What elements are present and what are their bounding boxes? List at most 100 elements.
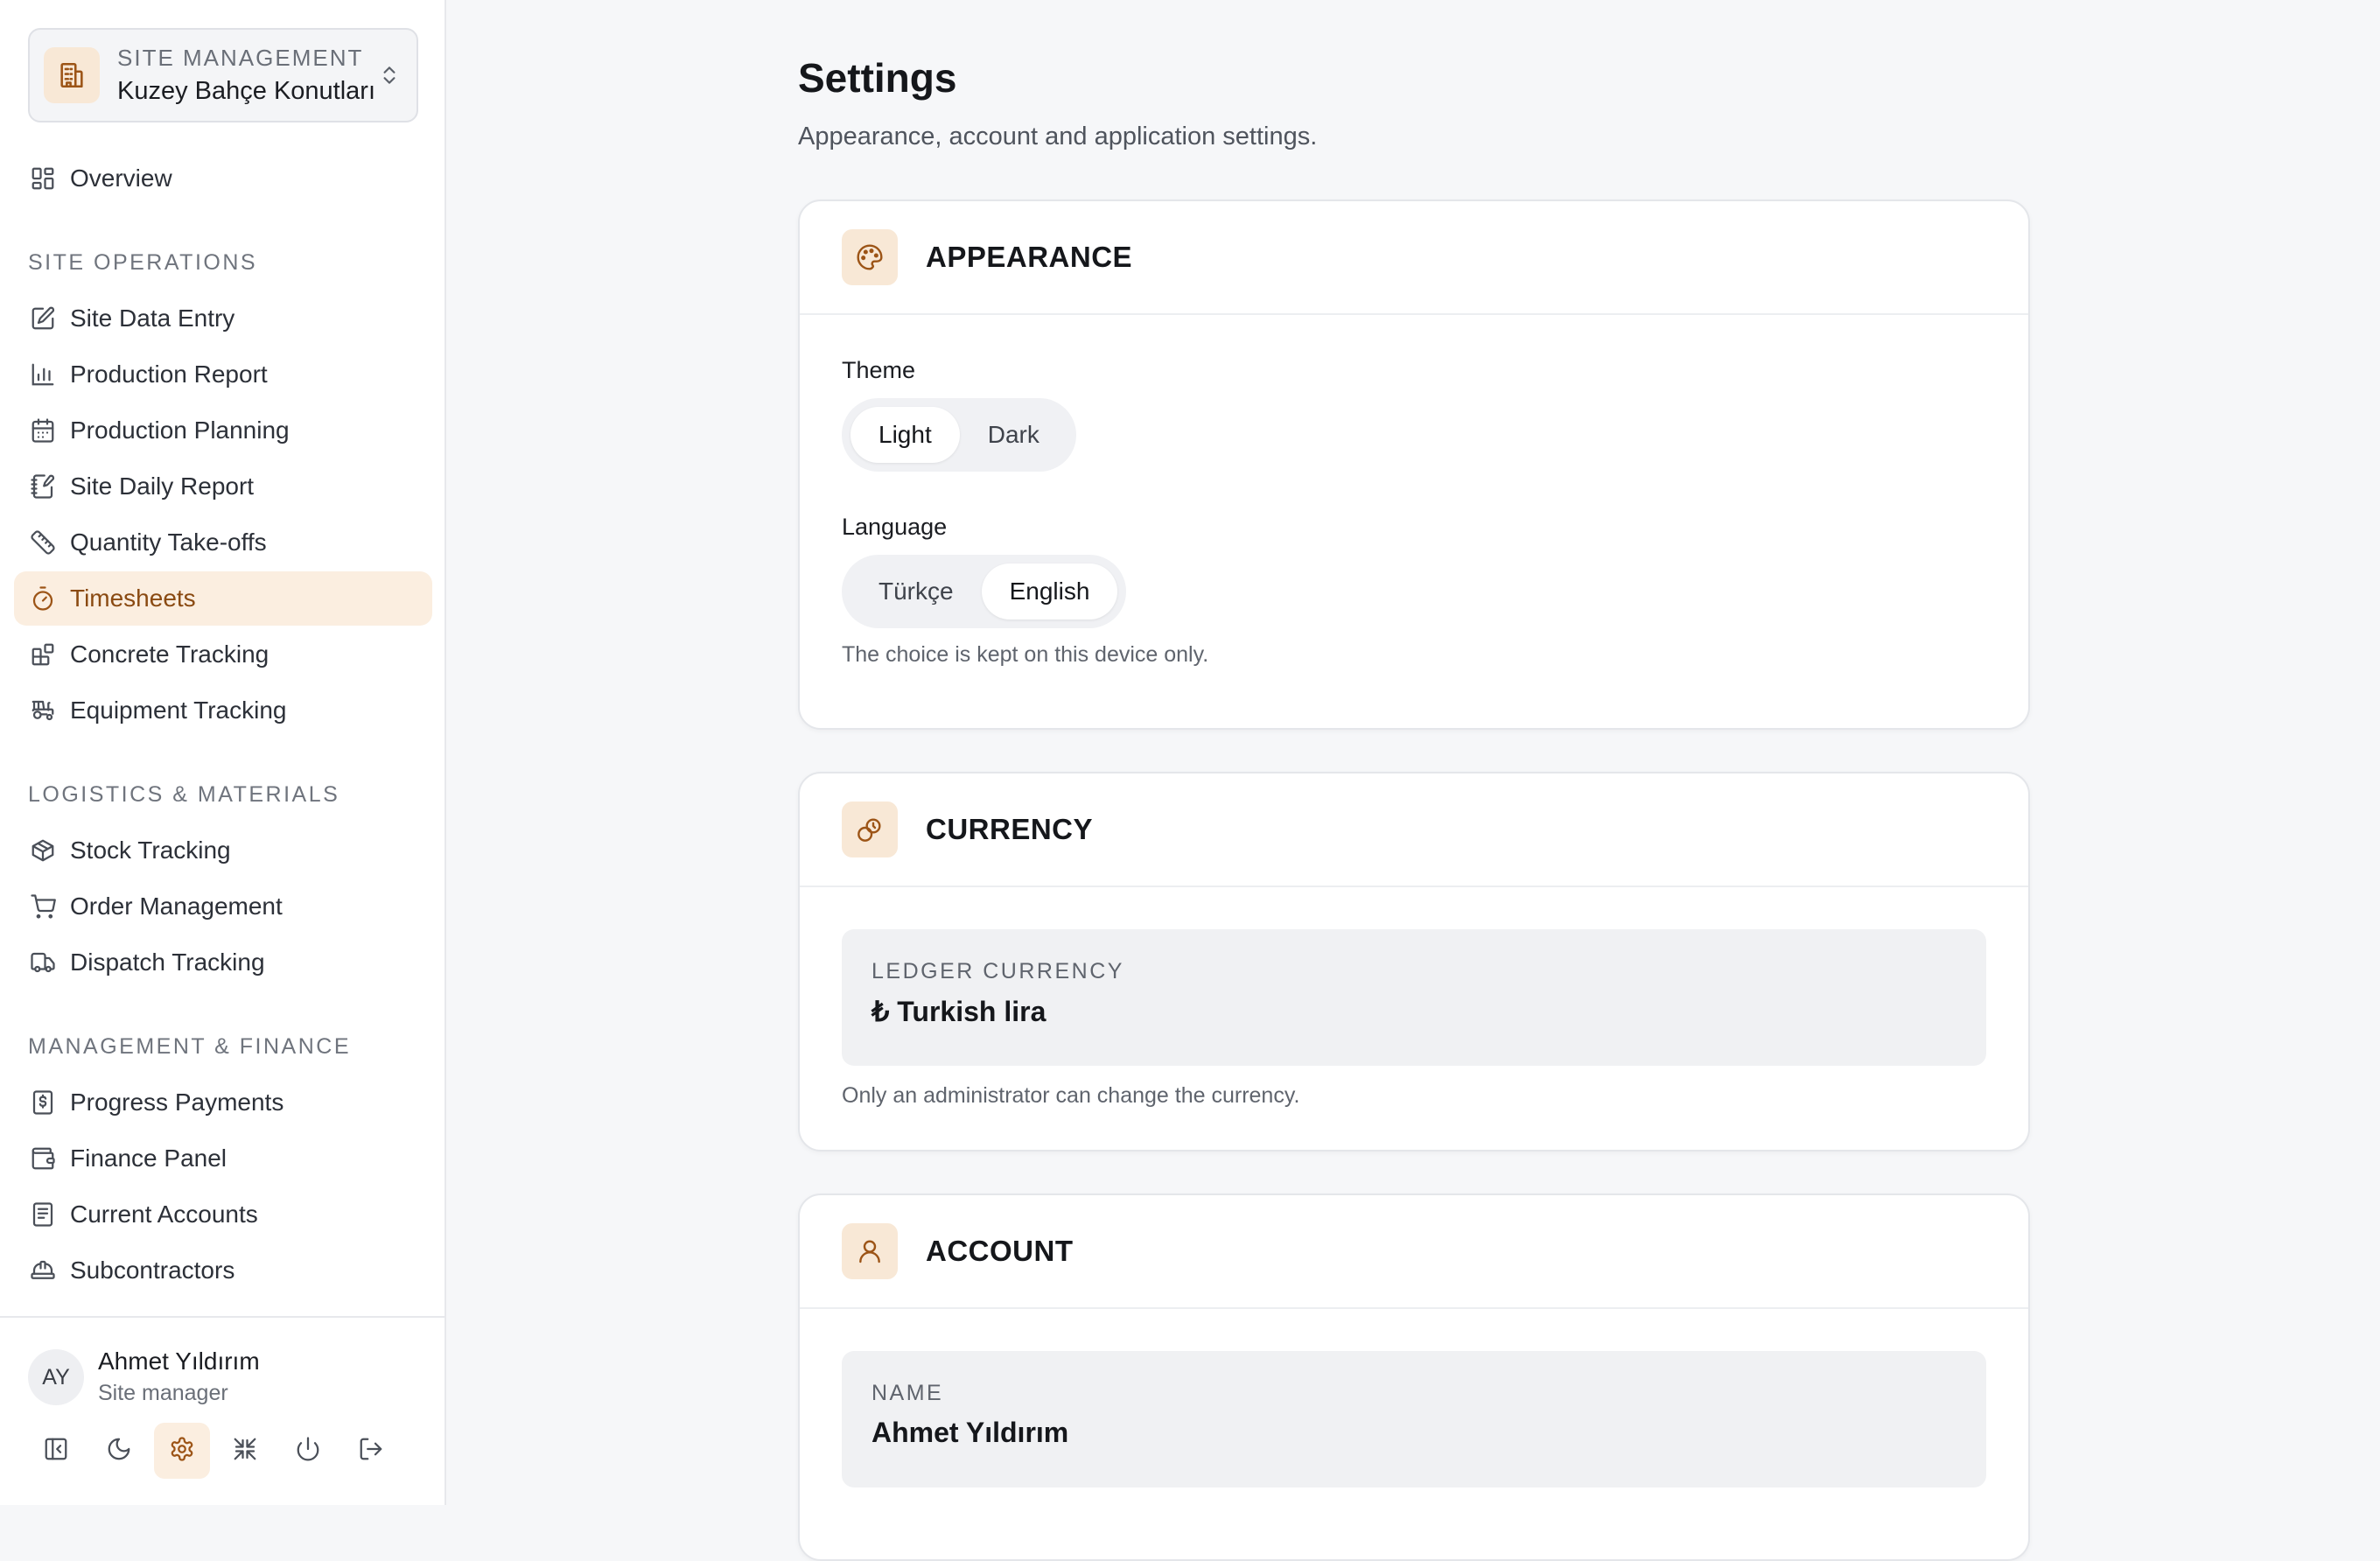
minimize-icon [232, 1436, 258, 1466]
sidebar-item-label: Current Accounts [70, 1200, 258, 1228]
site-switcher[interactable]: SITE MANAGEMENT Kuzey Bahçe Konutları [28, 28, 418, 122]
section-title-management-finance: MANAGEMENT & FINANCE [28, 1034, 352, 1059]
language-label: Language [842, 514, 948, 540]
sidebar-item-finance-panel[interactable]: Finance Panel [14, 1131, 432, 1186]
sidebar-item-equipment-tracking[interactable]: Equipment Tracking [14, 683, 432, 738]
sidebar-item-label: Overview [70, 164, 172, 192]
ledger-icon [28, 1200, 58, 1229]
section-title-site-operations: SITE OPERATIONS [28, 250, 258, 275]
package-icon [28, 836, 58, 865]
sidebar-item-label: Concrete Tracking [70, 640, 270, 668]
power-icon [295, 1436, 321, 1466]
dollar-receipt-icon [28, 1088, 58, 1117]
collapse-sidebar-button[interactable] [28, 1423, 84, 1479]
chevron-up-down-icon [376, 60, 402, 90]
sidebar-item-dispatch-tracking[interactable]: Dispatch Tracking [14, 935, 432, 990]
settings-button[interactable] [154, 1423, 210, 1479]
wallet-icon [28, 1144, 58, 1173]
appearance-title: APPEARANCE [926, 241, 1133, 273]
power-button[interactable] [280, 1423, 336, 1479]
ledger-currency-box: LEDGER CURRENCY ₺ Turkish lira [842, 929, 1986, 1066]
dashboard-icon [28, 164, 58, 193]
currency-hint: Only an administrator can change the cur… [842, 1083, 1300, 1108]
theme-label: Theme [842, 357, 916, 383]
page-title: Settings [798, 55, 957, 101]
sidebar-item-label: Progress Payments [70, 1088, 284, 1116]
sidebar-item-subcontractors[interactable]: Subcontractors [14, 1243, 432, 1298]
sidebar-item-label: Order Management [70, 892, 283, 920]
sidebar-item-current-accounts[interactable]: Current Accounts [14, 1187, 432, 1242]
site-switcher-kicker: SITE MANAGEMENT [117, 45, 364, 71]
account-title: ACCOUNT [926, 1235, 1074, 1267]
sidebar-item-concrete-tracking[interactable]: Concrete Tracking [14, 627, 432, 682]
sidebar-item-label: Dispatch Tracking [70, 948, 265, 976]
collapse-sidebar-icon [43, 1436, 69, 1466]
language-toggle: Türkçe English [842, 555, 1127, 628]
sidebar-item-label: Production Planning [70, 416, 290, 444]
user-icon [842, 1223, 898, 1279]
account-card: ACCOUNT NAME Ahmet Yıldırım [798, 1194, 2030, 1561]
bar-chart-icon [28, 360, 58, 389]
calendar-icon [28, 416, 58, 445]
language-option-turkish[interactable]: Türkçe [850, 564, 982, 620]
account-name-box: NAME Ahmet Yıldırım [842, 1351, 1986, 1488]
section-title-logistics-materials: LOGISTICS & MATERIALS [28, 782, 340, 807]
currency-card: CURRENCY LEDGER CURRENCY ₺ Turkish lira … [798, 772, 2030, 1152]
sidebar-item-production-planning[interactable]: Production Planning [14, 403, 432, 458]
ledger-currency-value: ₺ Turkish lira [872, 996, 1046, 1027]
theme-toggle: Light Dark [842, 398, 1076, 472]
sidebar-footer: AY Ahmet Yıldırım Site manager [0, 1316, 444, 1505]
coins-icon [842, 802, 898, 858]
appearance-card: APPEARANCE Theme Light Dark Language Tür… [798, 200, 2030, 730]
user-name: Ahmet Yıldırım [98, 1348, 260, 1375]
site-name: Kuzey Bahçe Konutları [117, 77, 376, 105]
hard-hat-icon [28, 1256, 58, 1285]
sidebar-item-quantity-take-offs[interactable]: Quantity Take-offs [14, 515, 432, 570]
cart-icon [28, 892, 58, 921]
user-role: Site manager [98, 1381, 228, 1405]
sidebar-item-progress-payments[interactable]: Progress Payments [14, 1075, 432, 1130]
ledger-currency-label: LEDGER CURRENCY [872, 959, 1124, 984]
account-name-value: Ahmet Yıldırım [872, 1417, 1069, 1448]
gear-icon [169, 1436, 195, 1466]
sidebar-item-label: Quantity Take-offs [70, 528, 267, 556]
sidebar-item-overview[interactable]: Overview [14, 151, 432, 206]
sidebar-item-production-report[interactable]: Production Report [14, 347, 432, 402]
account-name-label: NAME [872, 1381, 944, 1405]
page-subtitle: Appearance, account and application sett… [798, 122, 1318, 150]
edit-icon [28, 304, 58, 333]
notebook-pen-icon [28, 472, 58, 501]
sidebar-item-label: Site Daily Report [70, 472, 255, 500]
tractor-icon [28, 696, 58, 725]
sidebar-item-label: Production Report [70, 360, 268, 388]
logout-icon [358, 1436, 384, 1466]
main-content: Settings Appearance, account and applica… [448, 0, 2380, 1561]
sidebar-item-label: Finance Panel [70, 1144, 228, 1172]
stopwatch-icon [28, 584, 58, 613]
sidebar-item-site-data-entry[interactable]: Site Data Entry [14, 291, 432, 346]
building-icon [44, 47, 100, 103]
language-option-english[interactable]: English [981, 564, 1118, 620]
sidebar-item-order-management[interactable]: Order Management [14, 879, 432, 934]
dark-mode-button[interactable] [91, 1423, 147, 1479]
theme-option-light[interactable]: Light [850, 407, 960, 463]
sidebar-item-label: Subcontractors [70, 1256, 235, 1284]
blocks-icon [28, 640, 58, 669]
sidebar-item-label: Stock Tracking [70, 836, 231, 864]
palette-icon [842, 229, 898, 285]
minimize-button[interactable] [217, 1423, 273, 1479]
sidebar-item-timesheets[interactable]: Timesheets [14, 571, 432, 626]
sidebar-item-site-daily-report[interactable]: Site Daily Report [14, 459, 432, 514]
ruler-icon [28, 528, 58, 557]
sidebar-item-label: Timesheets [70, 584, 196, 612]
language-hint: The choice is kept on this device only. [842, 642, 1209, 667]
avatar[interactable]: AY [28, 1349, 84, 1405]
truck-icon [28, 948, 58, 977]
theme-option-dark[interactable]: Dark [960, 407, 1068, 463]
sidebar-item-stock-tracking[interactable]: Stock Tracking [14, 823, 432, 878]
sidebar-item-label: Site Data Entry [70, 304, 235, 332]
logout-button[interactable] [343, 1423, 399, 1479]
moon-icon [106, 1436, 132, 1466]
sidebar-item-label: Equipment Tracking [70, 696, 287, 724]
sidebar: SITE MANAGEMENT Kuzey Bahçe Konutları Ov… [0, 0, 446, 1505]
